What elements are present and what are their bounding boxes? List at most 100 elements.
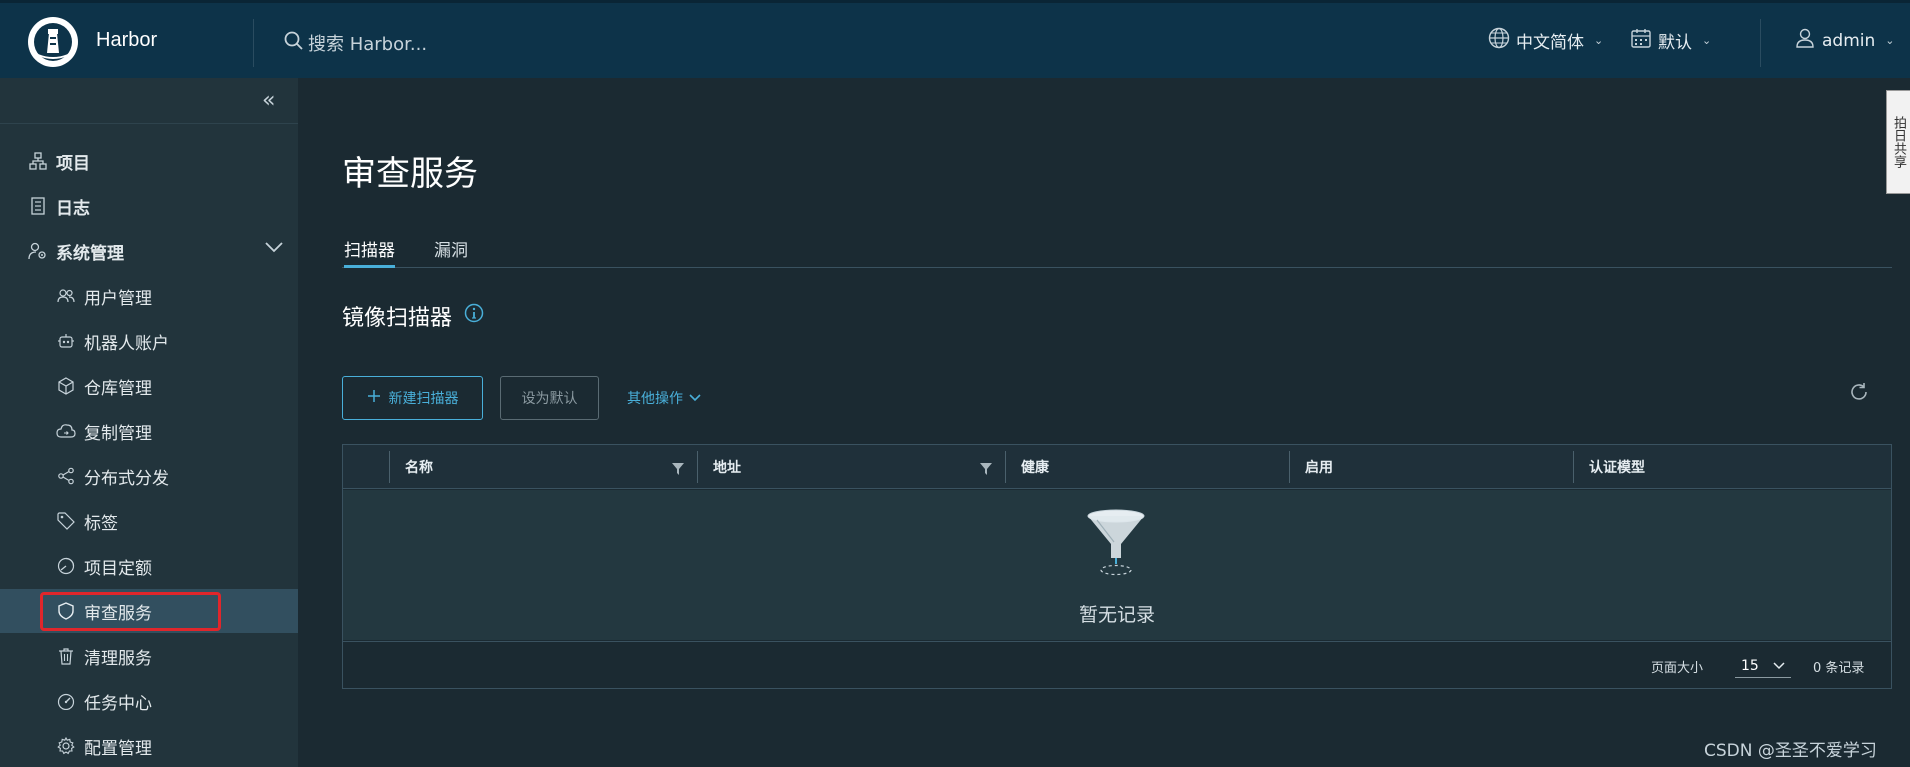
sidebar-item-label: 用户管理 bbox=[84, 288, 152, 309]
sidebar-item-label: 项目 bbox=[56, 153, 90, 174]
chevron-down-icon: ⌄ bbox=[1702, 34, 1712, 47]
watermark: CSDN @圣圣不爱学习 bbox=[1704, 741, 1877, 761]
sidebar-item-projects[interactable]: 项目 bbox=[0, 139, 298, 183]
column-separator bbox=[389, 451, 390, 483]
side-floating-tab[interactable]: 拍日共享 bbox=[1886, 90, 1910, 194]
theme-selector[interactable]: 默认 ⌄ bbox=[1630, 27, 1711, 54]
new-scanner-label: 新建扫描器 bbox=[388, 391, 459, 407]
top-header: Harbor 搜索 Harbor... 中文简体 ⌄ 默认 ⌄ admin ⌄ bbox=[0, 0, 1910, 78]
sidebar-item-quotas[interactable]: 项目定额 bbox=[0, 544, 298, 588]
header-divider bbox=[1760, 19, 1761, 67]
chevron-down-icon: ⌄ bbox=[1594, 34, 1604, 47]
column-header-auth-model[interactable]: 认证模型 bbox=[1589, 445, 1645, 489]
page-size-label: 页面大小 bbox=[1651, 661, 1704, 676]
tab-vulnerability[interactable]: 漏洞 bbox=[434, 230, 468, 268]
column-header-address[interactable]: 地址 bbox=[713, 445, 741, 489]
datagrid-footer: 页面大小 15 0 条记录 bbox=[343, 641, 1891, 688]
sidebar-item-label: 仓库管理 bbox=[84, 378, 152, 399]
distribution-icon bbox=[56, 466, 76, 486]
registry-icon bbox=[56, 376, 76, 396]
sidebar-item-users[interactable]: 用户管理 bbox=[0, 274, 298, 318]
tab-scanners[interactable]: 扫描器 bbox=[344, 230, 395, 268]
column-separator bbox=[697, 451, 698, 483]
empty-funnel-icon bbox=[1083, 508, 1149, 582]
sidebar-item-label: 分布式分发 bbox=[84, 468, 169, 489]
calendar-icon bbox=[1630, 27, 1652, 54]
filter-icon[interactable] bbox=[671, 461, 685, 480]
theme-label: 默认 bbox=[1658, 33, 1692, 53]
new-scanner-button[interactable]: 新建扫描器 bbox=[342, 376, 483, 420]
user-name: admin bbox=[1822, 30, 1876, 51]
sidebar-item-registries[interactable]: 仓库管理 bbox=[0, 364, 298, 408]
quota-icon bbox=[56, 556, 76, 576]
tag-icon bbox=[56, 511, 76, 531]
side-tab-label: 拍日共享 bbox=[1891, 116, 1906, 168]
trash-icon bbox=[56, 646, 76, 666]
language-selector[interactable]: 中文简体 ⌄ bbox=[1488, 27, 1603, 54]
info-icon[interactable] bbox=[464, 303, 484, 329]
chevron-down-icon: ⌄ bbox=[1885, 34, 1895, 47]
column-separator bbox=[1005, 451, 1006, 483]
chevron-down-icon bbox=[689, 390, 701, 406]
tab-bar: 扫描器 漏洞 bbox=[342, 230, 1892, 268]
harbor-logo[interactable] bbox=[28, 17, 78, 67]
column-header-enabled[interactable]: 启用 bbox=[1305, 445, 1333, 489]
section-title: 镜像扫描器 bbox=[342, 300, 484, 332]
sidebar-item-system-admin[interactable]: 系统管理 bbox=[0, 229, 298, 273]
section-title-text: 镜像扫描器 bbox=[342, 306, 453, 331]
other-actions-button[interactable]: 其他操作 bbox=[618, 376, 710, 420]
header-divider bbox=[253, 19, 254, 67]
set-default-button[interactable]: 设为默认 bbox=[500, 376, 599, 420]
sidebar-item-job-service[interactable]: 任务中心 bbox=[0, 679, 298, 723]
datagrid-header: 名称 地址 健康 启用 认证模型 bbox=[343, 445, 1891, 489]
plus-icon bbox=[367, 389, 381, 407]
user-icon bbox=[1794, 27, 1816, 54]
language-label: 中文简体 bbox=[1516, 33, 1584, 53]
sidebar-divider bbox=[0, 123, 298, 124]
other-actions-label: 其他操作 bbox=[627, 391, 683, 407]
gear-icon bbox=[56, 736, 76, 756]
dashboard-icon bbox=[56, 691, 76, 711]
sidebar-item-configuration[interactable]: 配置管理 bbox=[0, 724, 298, 767]
globe-icon bbox=[1488, 27, 1510, 54]
filter-icon[interactable] bbox=[979, 461, 993, 480]
page-size-select[interactable]: 15 bbox=[1735, 654, 1791, 678]
search-input[interactable]: 搜索 Harbor... bbox=[308, 30, 427, 56]
column-separator bbox=[1573, 451, 1574, 483]
logs-icon bbox=[28, 196, 48, 216]
sidebar-item-labels[interactable]: 标签 bbox=[0, 499, 298, 543]
column-separator bbox=[1289, 451, 1290, 483]
chevron-down-icon[interactable] bbox=[264, 238, 284, 257]
sidebar-item-logs[interactable]: 日志 bbox=[0, 184, 298, 228]
collapse-sidebar-icon[interactable]: « bbox=[262, 88, 275, 113]
sidebar-item-label: 系统管理 bbox=[56, 243, 124, 264]
brand-name[interactable]: Harbor bbox=[96, 29, 157, 52]
user-menu[interactable]: admin ⌄ bbox=[1794, 27, 1895, 54]
sidebar-item-gc[interactable]: 清理服务 bbox=[0, 634, 298, 678]
refresh-icon[interactable] bbox=[1848, 381, 1870, 407]
scanners-datagrid: 名称 地址 健康 启用 认证模型 暂无记录 页面大小 15 0 条记录 bbox=[342, 444, 1892, 689]
sidebar-item-label: 复制管理 bbox=[84, 423, 152, 444]
main-content: 审查服务 扫描器 漏洞 镜像扫描器 新建扫描器 设为默认 其他操作 名称 地址 … bbox=[298, 78, 1910, 767]
datagrid-body: 暂无记录 bbox=[343, 490, 1891, 640]
sidebar-item-distribution[interactable]: 分布式分发 bbox=[0, 454, 298, 498]
system-admin-icon bbox=[28, 241, 48, 261]
sidebar-item-replications[interactable]: 复制管理 bbox=[0, 409, 298, 453]
sidebar-item-label: 清理服务 bbox=[84, 648, 152, 669]
empty-state-text: 暂无记录 bbox=[1078, 604, 1155, 626]
search-icon[interactable] bbox=[284, 31, 304, 55]
replication-icon bbox=[56, 421, 76, 441]
users-icon bbox=[56, 286, 76, 306]
highlight-annotation bbox=[40, 592, 221, 631]
page-title: 审查服务 bbox=[342, 154, 478, 194]
sidebar-item-label: 机器人账户 bbox=[84, 333, 169, 354]
robot-icon bbox=[56, 331, 76, 351]
sidebar-item-robot-accounts[interactable]: 机器人账户 bbox=[0, 319, 298, 363]
column-header-health[interactable]: 健康 bbox=[1021, 445, 1049, 489]
sidebar-item-label: 标签 bbox=[84, 513, 118, 534]
sidebar-item-label: 配置管理 bbox=[84, 738, 152, 759]
chevron-down-icon bbox=[1773, 658, 1785, 674]
sidebar-item-label: 任务中心 bbox=[84, 693, 152, 714]
sidebar-item-label: 项目定额 bbox=[84, 558, 152, 579]
column-header-name[interactable]: 名称 bbox=[405, 445, 433, 489]
